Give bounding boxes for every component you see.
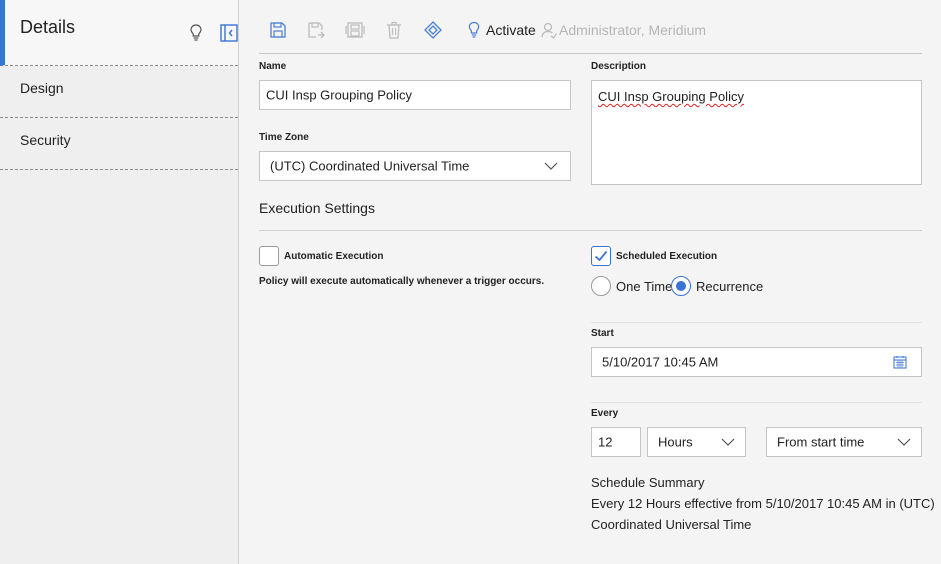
execution-settings-title: Execution Settings <box>259 200 375 216</box>
schedule-summary-title: Schedule Summary <box>591 475 705 490</box>
save-all-icon[interactable] <box>345 20 365 40</box>
name-field[interactable]: CUI Insp Grouping Policy <box>259 80 571 110</box>
one-time-radio[interactable] <box>591 276 611 296</box>
user-label: Administrator, Meridium <box>559 22 707 38</box>
sidebar-item-label: Design <box>20 80 64 96</box>
chevron-down-icon <box>721 438 735 446</box>
every-number-input[interactable]: 12 <box>591 427 641 457</box>
every-unit-value: Hours <box>658 434 693 450</box>
start-date-value: 5/10/2017 10:45 AM <box>602 354 719 370</box>
description-value: CUI Insp Grouping Policy <box>598 89 744 104</box>
scheduled-execution-label: Scheduled Execution <box>616 251 718 262</box>
user-icon <box>541 22 557 39</box>
automatic-execution-checkbox[interactable] <box>259 246 279 266</box>
start-date-field[interactable]: 5/10/2017 10:45 AM <box>591 347 922 377</box>
divider <box>259 230 922 231</box>
toolbar: Activate Administrator, Meridium <box>259 0 922 54</box>
one-time-label: One Time <box>616 279 673 294</box>
recurrence-radio[interactable] <box>671 276 691 296</box>
scheduled-execution-checkbox[interactable] <box>591 246 611 266</box>
validate-icon[interactable] <box>423 20 443 40</box>
save-as-icon[interactable] <box>306 20 326 40</box>
every-label: Every <box>591 408 619 419</box>
automatic-execution-label: Automatic Execution <box>284 251 384 262</box>
timezone-select[interactable]: (UTC) Coordinated Universal Time <box>259 151 571 181</box>
sidebar-item-details[interactable]: Details <box>0 0 238 66</box>
description-label: Description <box>591 61 647 72</box>
sidebar-item-label: Security <box>20 132 71 148</box>
lightbulb-icon <box>468 21 480 38</box>
start-label: Start <box>591 328 614 339</box>
schedule-summary-line: Every 12 Hours effective from 5/10/2017 … <box>591 496 935 511</box>
activate-button[interactable]: Activate <box>467 20 536 40</box>
user-assignment[interactable]: Administrator, Meridium <box>541 20 706 40</box>
chevron-down-icon <box>897 438 911 446</box>
sidebar-item-security[interactable]: Security <box>0 118 238 170</box>
sidebar-item-design[interactable]: Design <box>0 66 238 118</box>
recurrence-label: Recurrence <box>696 279 764 294</box>
every-number-value: 12 <box>598 434 613 450</box>
sidebar-title: Details <box>20 17 76 37</box>
chevron-down-icon <box>544 162 558 170</box>
every-unit-select[interactable]: Hours <box>647 427 746 457</box>
schedule-summary-line: Coordinated Universal Time <box>591 517 752 532</box>
save-icon[interactable] <box>268 20 288 40</box>
description-field[interactable]: CUI Insp Grouping Policy <box>591 80 922 185</box>
divider <box>591 322 922 323</box>
delete-icon[interactable] <box>384 20 404 40</box>
policy-details-screen: Details Design Security Activate Adminis… <box>0 0 941 564</box>
automatic-execution-help: Policy will execute automatically whenev… <box>259 276 545 287</box>
every-from-select[interactable]: From start time <box>766 427 922 457</box>
divider <box>591 402 922 403</box>
sidebar: Details Design Security <box>0 0 239 564</box>
lightbulb-icon[interactable] <box>186 22 206 42</box>
timezone-value: (UTC) Coordinated Universal Time <box>270 158 470 174</box>
every-from-value: From start time <box>777 434 865 450</box>
calendar-icon[interactable] <box>893 355 907 369</box>
collapse-panel-icon[interactable] <box>220 24 238 42</box>
name-label: Name <box>259 61 287 72</box>
name-value: CUI Insp Grouping Policy <box>266 87 412 103</box>
activate-label: Activate <box>486 22 536 38</box>
checkmark-icon <box>594 250 608 262</box>
timezone-label: Time Zone <box>259 132 309 143</box>
